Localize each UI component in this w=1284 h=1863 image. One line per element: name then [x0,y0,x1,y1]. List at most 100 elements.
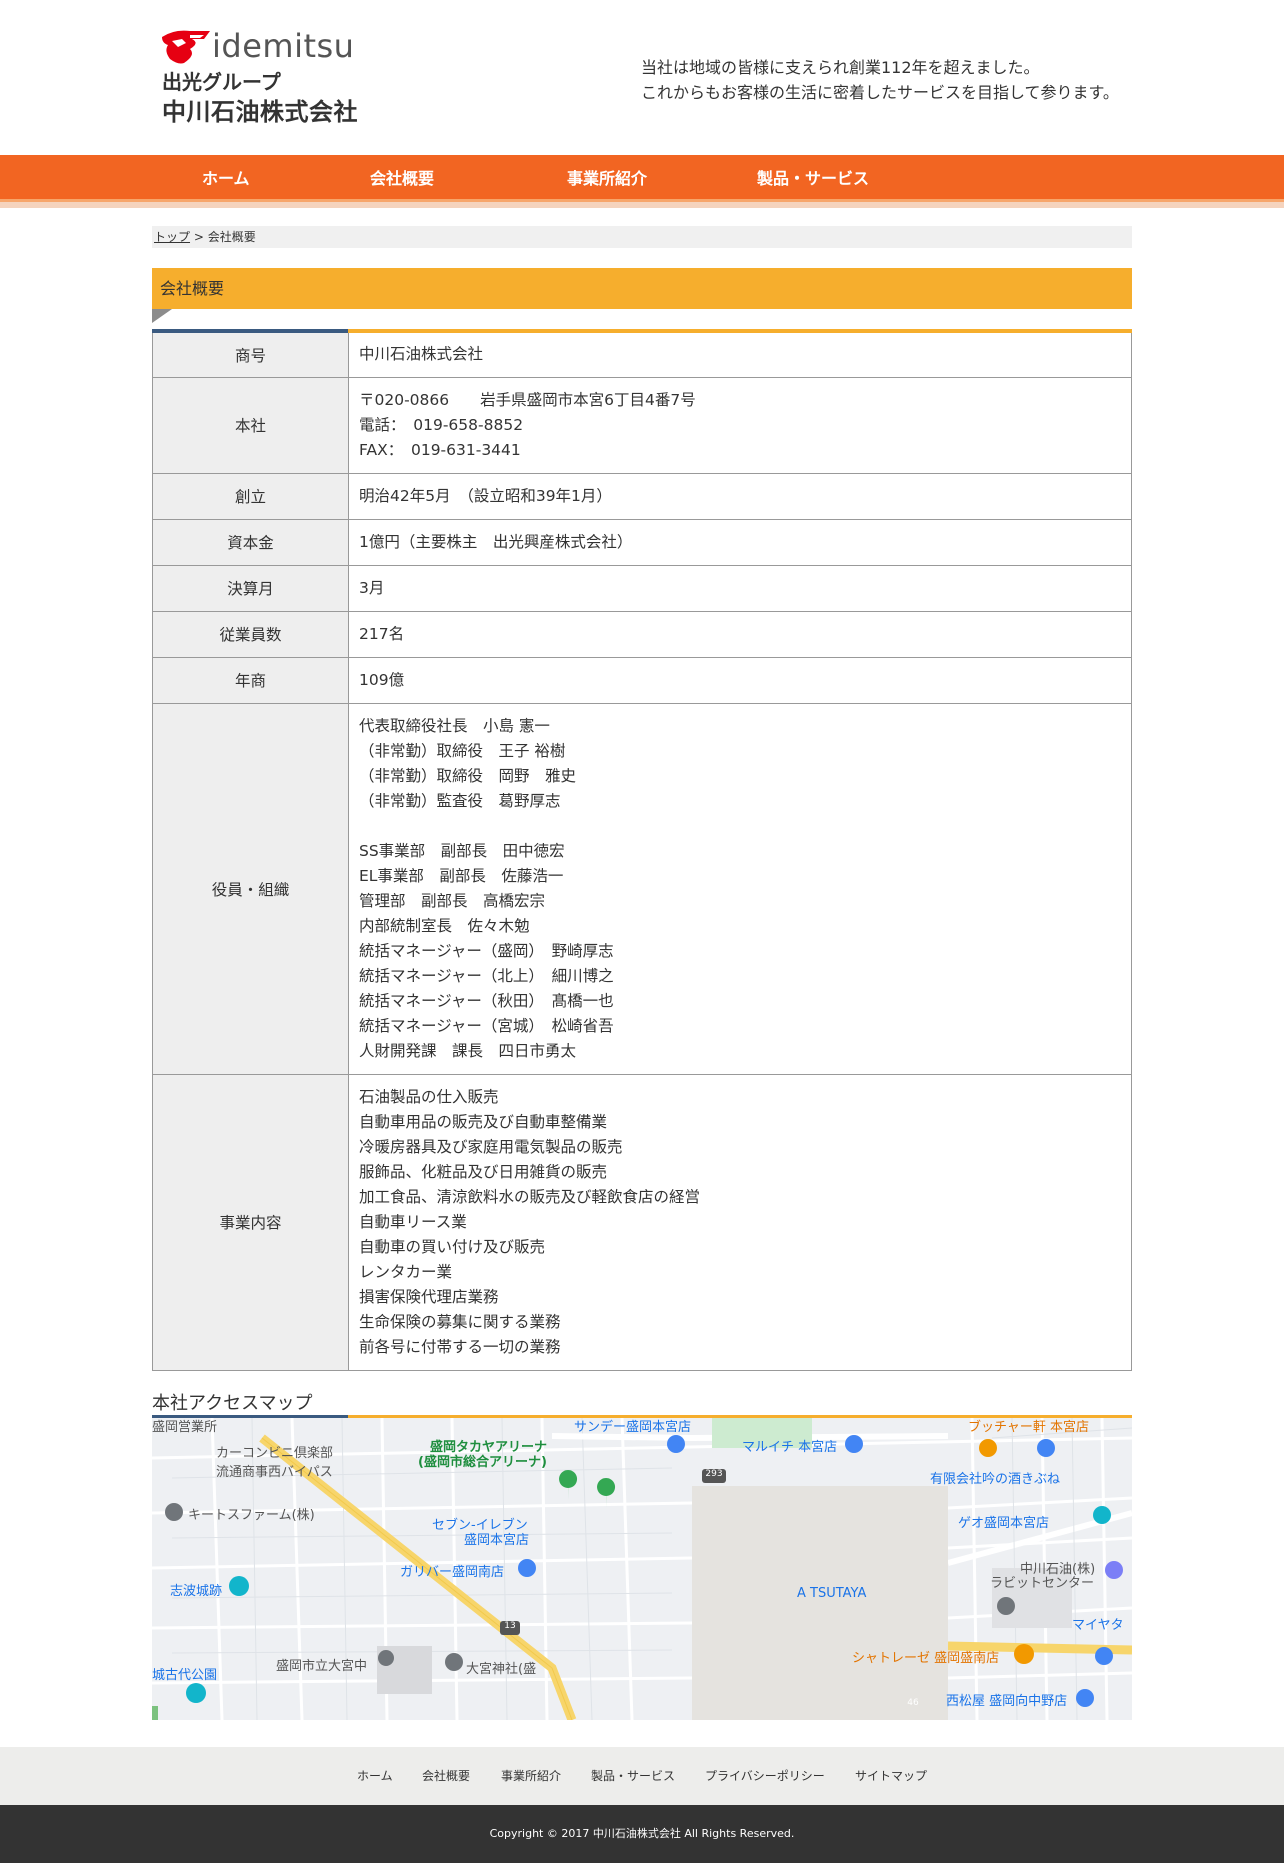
nav-item-home[interactable]: ホーム [202,155,250,202]
row-value-line: 自動車の買い付け及び販売 [359,1237,546,1256]
map-label: 盛岡市立大宮中 [276,1659,368,1674]
breadcrumb-top-link[interactable]: トップ [154,230,190,244]
row-value-line [359,814,1121,839]
table-row: 決算月 3月 [152,564,1132,612]
row-value-line: 電話： 019-658-8852 [359,415,524,434]
row-value-line: 管理部 副部長 高橋宏宗 [359,891,546,910]
nav-item-company[interactable]: 会社概要 [370,155,434,202]
footer-nav: ホーム 会社概要 事業所紹介 製品・サービス プライバシーポリシー サイトマップ [0,1747,1284,1805]
row-value: 3月 [348,564,1132,612]
access-map[interactable]: 盛岡営業所 カーコンビニ倶楽部 流通商事西バイパス 盛岡タカヤアリーナ (盛岡市… [152,1418,1132,1720]
row-value: 代表取締役社長 小島 憲一 （非常勤）取締役 王子 裕樹 （非常勤）取締役 岡野 雅… [348,702,1132,1075]
footer-link-home[interactable]: ホーム [357,1747,393,1805]
nav-item-products[interactable]: 製品・サービス [757,155,869,202]
footer-link-sitemap[interactable]: サイトマップ [855,1747,927,1805]
footer-link-privacy[interactable]: プライバシーポリシー [705,1747,825,1805]
table-row: 資本金 1億円（主要株主 出光興産株式会社） [152,518,1132,566]
row-value-line: 統括マネージャー（北上） 細川博之 [359,966,614,985]
row-value: 109億 [348,656,1132,704]
row-label: 商号 [152,331,349,378]
table-row: 年商 109億 [152,656,1132,704]
main-nav: ホーム 会社概要 事業所紹介 製品・サービス [0,155,1284,202]
map-title: 本社アクセスマップ [152,1393,313,1414]
row-label: 従業員数 [152,610,349,658]
row-value-line: 内部統制室長 佐々木勉 [359,916,530,935]
row-value-line: 冷暖房器具及び家庭用電気製品の販売 [359,1137,623,1156]
footer-link-offices[interactable]: 事業所紹介 [501,1747,561,1805]
row-label: 決算月 [152,564,349,612]
table-row: 商号 中川石油株式会社 [152,331,1132,378]
map-label: ラビットセンター [990,1576,1095,1591]
company-info-body: 商号 中川石油株式会社 本社 〒020-0866 岩手県盛岡市本宮6丁目4番7号 電話：… [152,331,1132,1371]
section-title: 会社概要 [152,268,1132,309]
company-info-table: 商号 中川石油株式会社 本社 〒020-0866 岩手県盛岡市本宮6丁目4番7号 電話：… [152,329,1132,1371]
header-tagline: 当社は地域の皆様に支えられ創業112年を超えました。 これからもお客様の生活に密… [641,55,1119,105]
map-label: キートスファーム(株) [188,1508,315,1523]
row-value: 中川石油株式会社 [348,331,1132,378]
row-value-line: （非常勤）監査役 葛野厚志 [359,791,561,810]
tagline-line-1: 当社は地域の皆様に支えられ創業112年を超えました。 [641,58,1040,77]
row-value-line: 加工食品、清涼飲料水の販売及び軽飲食店の経営 [359,1187,701,1206]
row-value-line: 3月 [359,578,385,597]
row-value: 1億円（主要株主 出光興産株式会社） [348,518,1132,566]
map-label: ゲオ盛岡本宮店 [958,1516,1050,1531]
row-value-line: 中川石油株式会社 [359,345,484,364]
row-value-line: 自動車リース業 [359,1212,467,1231]
row-value-line: 人財開発課 課長 四日市勇太 [359,1041,577,1060]
table-row: 本社 〒020-0866 岩手県盛岡市本宮6丁目4番7号 電話： 019-658-8… [152,376,1132,474]
tagline-line-2: これからもお客様の生活に密着したサービスを目指して参ります。 [641,83,1119,102]
logo-wordmark: idemitsu [212,27,355,65]
map-label: カーコンビニ倶楽部 [216,1446,334,1461]
map-label: 大宮神社(盛 [466,1662,537,1677]
row-label: 創立 [152,472,349,520]
breadcrumb-current: 会社概要 [207,230,256,244]
row-value-line: 生命保険の募集に関する業務 [359,1312,561,1331]
table-row: 従業員数 217名 [152,610,1132,658]
nav-item-offices[interactable]: 事業所紹介 [567,155,647,202]
row-value-line: 明治42年5月 （設立昭和39年1月） [359,486,612,505]
row-value-line: 前各号に付帯する一切の業務 [359,1337,561,1356]
company-logo[interactable]: idemitsu 出光グループ 中川石油株式会社 [160,27,370,126]
route-number: 293 [705,1469,723,1479]
breadcrumb-separator: > [190,230,208,244]
logo-company-name: 中川石油株式会社 [162,98,358,126]
row-value-line: レンタカー業 [359,1262,453,1281]
copyright: Copyright © 2017 中川石油株式会社 All Rights Res… [0,1805,1284,1863]
row-value-line: FAX： 019-631-3441 [359,440,521,459]
footer-link-products[interactable]: 製品・サービス [591,1747,675,1805]
row-value-line: 服飾品、化粧品及び日用雑貨の販売 [359,1162,608,1181]
map-loading-tile [692,1486,948,1720]
row-value: 217名 [348,610,1132,658]
table-row: 創立 明治42年5月 （設立昭和39年1月） [152,472,1132,520]
map-label: 有限会社吟の酒きぶね [930,1472,1061,1487]
map-label: ガリバー盛岡南店 [400,1565,505,1580]
row-label: 年商 [152,656,349,704]
row-label: 事業内容 [152,1073,349,1371]
row-value-line: 統括マネージャー（秋田） 髙橋一也 [359,991,614,1010]
row-value-line: 統括マネージャー（宮城） 松崎省吾 [359,1016,614,1035]
map-label: 盛岡営業所 [152,1420,218,1435]
map-label: マルイチ 本宮店 [742,1440,838,1455]
row-label: 本社 [152,376,349,474]
map-label: 盛岡本宮店 [464,1533,530,1548]
map-label: ブッチャー軒 本宮店 [968,1420,1090,1435]
row-value-line: 217名 [359,624,405,643]
breadcrumb: トップ > 会社概要 [152,226,1132,248]
logo-group-name: 出光グループ [162,70,281,94]
footer-link-company[interactable]: 会社概要 [422,1747,470,1805]
row-value: 〒020-0866 岩手県盛岡市本宮6丁目4番7号 電話： 019-658-885… [348,376,1132,474]
map-label: 西松屋 盛岡向中野店 [946,1694,1068,1709]
map-label: 城古代公園 [152,1668,218,1683]
row-value: 明治42年5月 （設立昭和39年1月） [348,472,1132,520]
row-label: 資本金 [152,518,349,566]
row-value-line: 統括マネージャー（盛岡） 野崎厚志 [359,941,614,960]
map-label: マイヤタ [1072,1618,1124,1633]
site-header: idemitsu 出光グループ 中川石油株式会社 当社は地域の皆様に支えられ創業… [0,0,1284,155]
row-value-line: 1億円（主要株主 出光興産株式会社） [359,532,633,551]
row-value-line: EL事業部 副部長 佐藤浩一 [359,866,564,885]
map-label: シャトレーゼ 盛岡盛南店 [852,1651,1000,1666]
route-number: 13 [504,1621,516,1631]
row-value: 石油製品の仕入販売 自動車用品の販売及び自動車整備業 冷暖房器具及び家庭用電気製品の… [348,1073,1132,1371]
row-value-line: 109億 [359,670,405,689]
table-top-border-accent [152,329,348,333]
